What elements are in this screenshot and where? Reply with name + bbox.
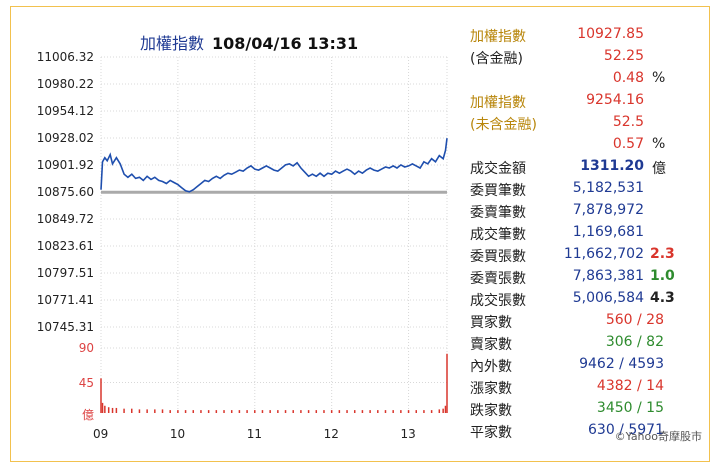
stat-label: 跌家數 [470, 403, 512, 419]
stat-value: 7,878,972 [572, 202, 644, 218]
stat-label: (含金融) [470, 51, 523, 67]
stat-value-secondary: 28 [646, 312, 664, 328]
stat-value: 52.5 [612, 114, 644, 130]
stat-value: 10927.85 [577, 26, 644, 42]
stat-value: 7,863,381 [572, 268, 644, 284]
stat-label: 成交筆數 [470, 227, 526, 243]
stat-value: 5,006,584 [572, 290, 644, 306]
stat-separator: / [632, 378, 647, 394]
stat-row: 賣家數 306 / 82 [466, 332, 706, 354]
stat-value: 1311.20 [580, 158, 644, 174]
stat-row: 成交金額 1311.20 億 [466, 156, 706, 178]
copyright: ©Yahoo奇摩股市 [614, 430, 702, 443]
stat-extra: % [652, 70, 666, 86]
stat-label: 委買筆數 [470, 183, 526, 199]
stat-label: 平家數 [470, 425, 512, 441]
stat-value: 0.57 [612, 136, 644, 152]
stat-value: 306 / 82 [606, 334, 664, 350]
stat-separator: / [632, 312, 647, 328]
stat-value-primary: 630 [588, 422, 615, 438]
stat-label: 賣家數 [470, 337, 512, 353]
stat-row: 0.48% [466, 68, 706, 90]
stat-row: 成交張數 5,006,584 4.3 [466, 288, 706, 310]
stat-value-primary: 306 [605, 334, 633, 350]
stat-extra: 4.3 [650, 290, 675, 306]
stat-row: 委買張數 11,662,702 2.3 [466, 244, 706, 266]
stat-value: 3450 / 15 [597, 400, 664, 416]
stat-row: (未含金融) 52.5 [466, 112, 706, 134]
stat-value-secondary: 15 [646, 400, 664, 416]
stat-label: 委買張數 [470, 249, 526, 265]
stat-extra: 1.0 [650, 268, 675, 284]
stat-value: 0.48 [612, 70, 644, 86]
stat-row: 委賣筆數 7,878,972 [466, 200, 706, 222]
stat-label: 內外數 [470, 359, 512, 375]
stat-row: 漲家數 4382 / 14 [466, 376, 706, 398]
stat-separator: / [614, 356, 629, 372]
stat-value: 4382 / 14 [597, 378, 664, 394]
stat-row: 內外數 9462 / 4593 [466, 354, 706, 376]
stat-value-primary: 3450 [596, 400, 633, 416]
stat-row: 加權指數 9254.16 [466, 90, 706, 112]
stat-row: 成交筆數 1,169,681 [466, 222, 706, 244]
stat-row: (含金融) 52.25 [466, 46, 706, 68]
stat-row: 委賣張數 7,863,381 1.0 [466, 266, 706, 288]
stat-value-secondary: 82 [646, 334, 664, 350]
stat-label: 漲家數 [470, 381, 512, 397]
stat-separator: / [632, 400, 647, 416]
stat-value-primary: 560 [605, 312, 633, 328]
stat-value: 11,662,702 [563, 246, 644, 262]
stat-extra: % [652, 136, 666, 152]
stat-value: 52.25 [603, 48, 644, 64]
stat-row: 0.57% [466, 134, 706, 156]
stat-extra: 億 [652, 161, 666, 177]
stat-value: 560 / 28 [606, 312, 664, 328]
stat-label: 買家數 [470, 315, 512, 331]
stat-row: 加權指數 10927.85 [466, 24, 706, 46]
stat-label: 加權指數 [470, 29, 526, 45]
stat-label: 委賣張數 [470, 271, 526, 287]
stat-value: 9254.16 [586, 92, 644, 108]
stat-label: (未含金融) [470, 117, 537, 133]
stat-value-primary: 9462 [579, 356, 615, 372]
stat-row: 跌家數 3450 / 15 [466, 398, 706, 420]
stat-label: 成交張數 [470, 293, 526, 309]
stats-panel: 加權指數 10927.85 (含金融) 52.25 0.48% 加權指數 9254.16 (未… [466, 24, 706, 442]
stat-extra: 2.3 [650, 246, 675, 262]
stat-label: 委賣筆數 [470, 205, 526, 221]
stat-value: 5,182,531 [572, 180, 644, 196]
stat-row: 買家數 560 / 28 [466, 310, 706, 332]
stat-value-primary: 4382 [596, 378, 633, 394]
stat-value-secondary: 4593 [628, 356, 664, 372]
stat-row: 委買筆數 5,182,531 [466, 178, 706, 200]
stat-value-secondary: 14 [646, 378, 664, 394]
stat-value: 9462 / 4593 [579, 356, 664, 372]
stat-label: 成交金額 [470, 161, 526, 177]
stat-separator: / [632, 334, 647, 350]
stat-label: 加權指數 [470, 95, 526, 111]
stat-value: 1,169,681 [572, 224, 644, 240]
